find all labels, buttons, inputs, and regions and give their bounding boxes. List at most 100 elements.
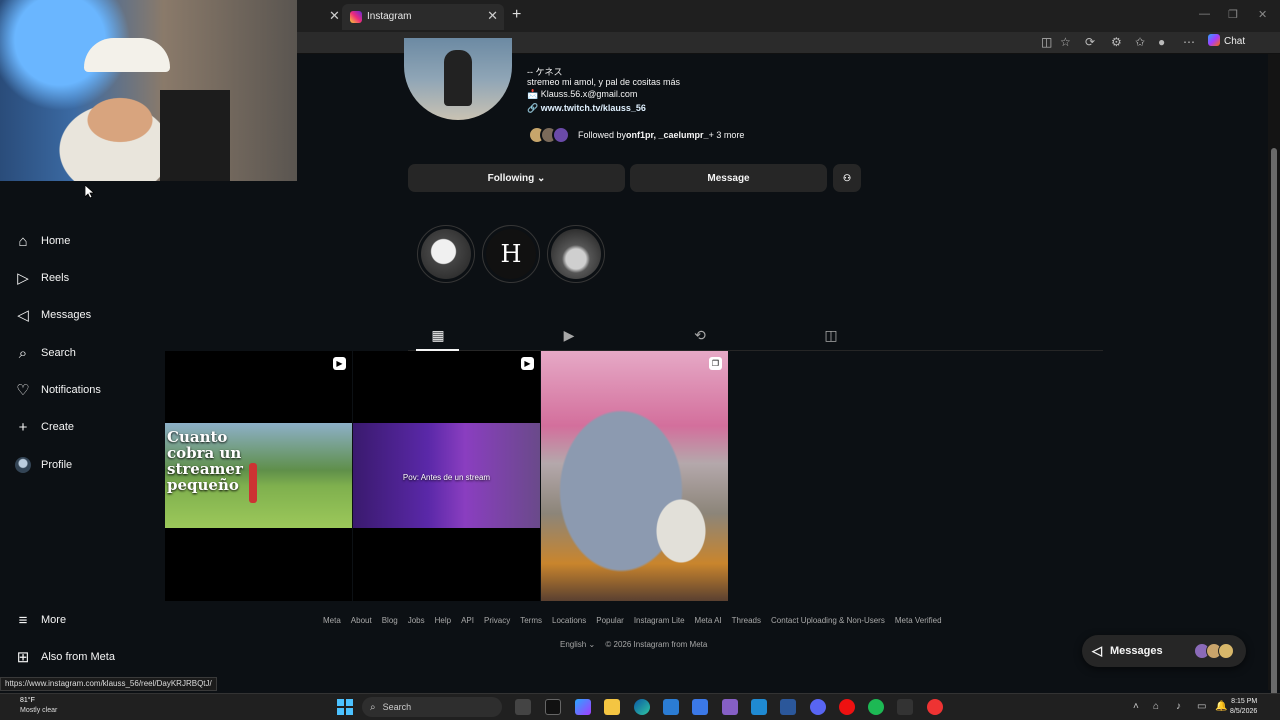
sidebar-item-reels[interactable]: ▷ Reels (14, 266, 69, 290)
app-icon[interactable] (780, 699, 796, 715)
outlook-icon[interactable] (692, 699, 708, 715)
sidebar-item-create[interactable]: + Create (14, 415, 74, 439)
footer-link[interactable]: Blog (382, 616, 398, 625)
followed-by[interactable]: Followed by onf1pr, _caelumpr_ + 3 more (528, 126, 744, 144)
epic-games-icon[interactable] (545, 699, 561, 715)
terminal-icon[interactable] (897, 699, 913, 715)
post-thumbnail (541, 351, 728, 601)
app-icon[interactable] (927, 699, 943, 715)
tab-title: Instagram (367, 11, 412, 22)
following-button[interactable]: Following ⌄ (408, 164, 625, 192)
sidebar-item-label: Also from Meta (41, 651, 115, 663)
vscode-icon[interactable] (751, 699, 767, 715)
spotify-icon[interactable] (868, 699, 884, 715)
notifications-bell-icon[interactable]: 🔔 (1215, 701, 1227, 712)
volume-icon[interactable]: ♪ (1176, 701, 1181, 712)
copilot-icon (1208, 34, 1220, 46)
post-tile[interactable]: Pov: Antes de un stream ▶ (353, 351, 540, 601)
suggested-users-button[interactable]: ⚇ (833, 164, 861, 192)
tab-close-button[interactable]: ✕ (487, 8, 498, 24)
favorites-icon[interactable]: ✩ (1135, 35, 1145, 49)
opera-icon[interactable] (839, 699, 855, 715)
taskbar-clock[interactable]: 8:15 PM 8/5/2026 (1230, 697, 1257, 717)
page-scrollbar[interactable] (1268, 54, 1280, 720)
minimize-button[interactable]: — (1199, 8, 1210, 20)
copilot-chat-button[interactable]: Chat (1208, 34, 1245, 47)
story-highlight[interactable] (417, 225, 475, 283)
clock-time: 8:15 PM (1231, 698, 1258, 705)
tab-posts-grid-icon[interactable]: ▦ (428, 325, 448, 345)
footer-link[interactable]: Instagram Lite (634, 616, 685, 625)
taskbar-search[interactable]: ⌕ Search (362, 697, 502, 717)
footer-link[interactable]: Meta Verified (895, 616, 942, 625)
footer-link[interactable]: Meta AI (695, 616, 722, 625)
sidebar-item-messages[interactable]: ◁ Messages (14, 303, 91, 327)
discord-icon[interactable] (810, 699, 826, 715)
footer-link[interactable]: Locations (552, 616, 586, 625)
scrollbar-thumb[interactable] (1271, 148, 1277, 720)
file-explorer-icon[interactable] (604, 699, 620, 715)
task-view-icon[interactable] (515, 699, 531, 715)
visual-studio-icon[interactable] (722, 699, 738, 715)
footer-link[interactable]: About (351, 616, 372, 625)
post-tile[interactable]: ❐ (541, 351, 728, 601)
profile-picture-figure (444, 50, 472, 106)
footer-link[interactable]: Jobs (408, 616, 425, 625)
windows-start-icon[interactable] (337, 699, 353, 715)
network-icon[interactable]: ⌂ (1153, 701, 1159, 712)
store-icon[interactable] (663, 699, 679, 715)
sidebar-item-label: Notifications (41, 384, 101, 396)
message-button[interactable]: Message (630, 164, 827, 192)
footer-link[interactable]: Meta (323, 616, 341, 625)
taskbar-search-placeholder: Search (382, 702, 412, 712)
footer-link[interactable]: Threads (732, 616, 761, 625)
weather-widget[interactable]: 81°F Mostly clear (20, 696, 57, 716)
sidebar-item-profile[interactable]: Profile (14, 453, 72, 477)
sidebar-item-also-from-meta[interactable]: ⊞ Also from Meta (14, 645, 115, 669)
windows-taskbar: 81°F Mostly clear ⌕ Search ˄ ⌂ ♪ ▭ 🔔 8:1… (0, 693, 1280, 720)
split-screen-icon[interactable]: ◫ (1041, 35, 1052, 49)
sidebar-item-more[interactable]: ≡ More (14, 608, 66, 632)
search-icon: ⌕ (18, 344, 28, 362)
story-highlight[interactable]: H (482, 225, 540, 283)
browser-tab-instagram[interactable]: Instagram ✕ (342, 4, 504, 30)
hamburger-menu-icon: ≡ (18, 611, 28, 629)
sidebar-item-search[interactable]: ⌕ Search (14, 341, 76, 365)
profile-avatar-icon[interactable]: ● (1158, 35, 1165, 49)
add-user-icon: ⚇ (842, 172, 852, 183)
sidebar-item-notifications[interactable]: ♡ Notifications (14, 378, 101, 402)
profile-link[interactable]: 🔗 www.twitch.tv/klauss_56 (527, 103, 646, 114)
sidebar-item-home[interactable]: ⌂ Home (14, 229, 70, 253)
footer-link[interactable]: Contact Uploading & Non-Users (771, 616, 885, 625)
webcam-chair (160, 90, 230, 181)
menu-dots-icon[interactable]: ⋯ (1183, 35, 1195, 49)
footer-link[interactable]: API (461, 616, 474, 625)
profile-picture[interactable] (404, 38, 512, 120)
favorite-star-icon[interactable]: ☆ (1060, 35, 1071, 49)
footer-link[interactable]: Popular (596, 616, 624, 625)
story-highlight[interactable] (547, 225, 605, 283)
language-selector[interactable]: English ⌄ (560, 640, 595, 649)
sidebar-item-label: More (41, 614, 67, 626)
post-tile[interactable]: Cuanto cobra un streamer pequeño ▶ (165, 351, 352, 601)
messages-floating-button[interactable]: ◁ Messages (1082, 635, 1246, 667)
tab-tagged-icon[interactable]: ◫ (821, 325, 841, 345)
post-thumbnail: Cuanto cobra un streamer pequeño (165, 423, 352, 528)
battery-icon[interactable]: ▭ (1197, 701, 1206, 712)
tab-reposts-icon[interactable]: ⟲ (690, 325, 710, 345)
maximize-button[interactable]: ❐ (1228, 8, 1238, 21)
edge-icon[interactable] (634, 699, 650, 715)
new-tab-button[interactable]: + (512, 6, 521, 24)
window-close-button[interactable]: ✕ (1258, 8, 1267, 21)
messages-send-icon: ◁ (1092, 643, 1102, 658)
copilot-app-icon[interactable] (575, 699, 591, 715)
footer-link[interactable]: Help (435, 616, 451, 625)
footer-link[interactable]: Terms (520, 616, 542, 625)
tab-reels-icon[interactable]: ▶ (559, 325, 579, 345)
extensions-icon[interactable]: ⚙ (1111, 35, 1122, 49)
tray-chevron-icon[interactable]: ˄ (1133, 701, 1139, 712)
footer-bottom: English ⌄ © 2026 Instagram from Meta (560, 640, 715, 649)
footer-link[interactable]: Privacy (484, 616, 510, 625)
previous-tab-close-button[interactable]: ✕ (329, 8, 340, 24)
refresh-icon[interactable]: ⟳ (1085, 35, 1095, 49)
